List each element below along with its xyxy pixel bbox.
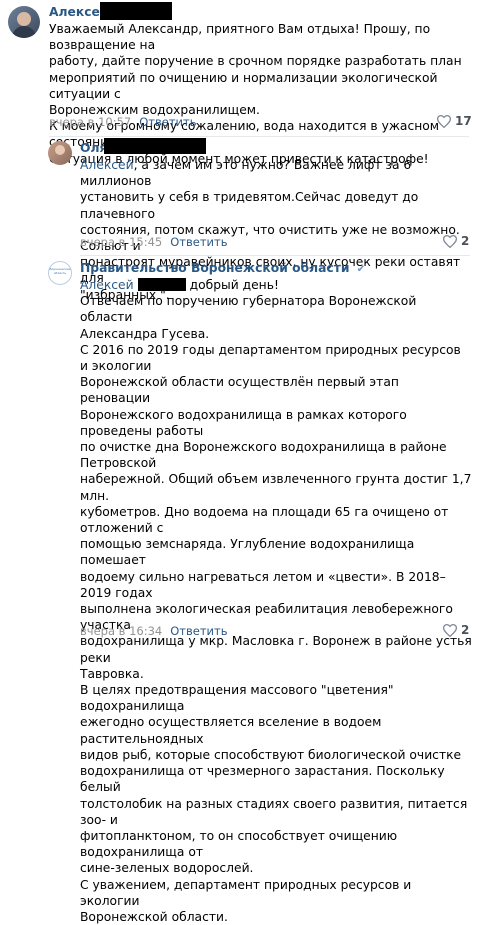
like-count: 2 bbox=[461, 623, 470, 637]
heart-icon bbox=[443, 623, 457, 637]
divider bbox=[80, 255, 470, 256]
heart-icon bbox=[443, 234, 457, 248]
mention-link[interactable]: Алексей bbox=[80, 158, 134, 172]
avatar-caption: Воронежская область bbox=[49, 267, 71, 275]
avatar[interactable]: Воронежская область bbox=[48, 261, 72, 285]
comment-meta: вчера в 15:45 Ответить bbox=[80, 235, 228, 249]
reply-button[interactable]: Ответить bbox=[170, 235, 227, 249]
reply-button[interactable]: Ответить bbox=[170, 624, 227, 638]
like-count: 17 bbox=[455, 114, 472, 128]
comment-time[interactable]: вчера в 16:34 bbox=[80, 624, 162, 638]
reply-button[interactable]: Ответить bbox=[139, 115, 196, 129]
comment-time[interactable]: вчера в 15:45 bbox=[80, 235, 162, 249]
avatar[interactable] bbox=[48, 141, 72, 165]
comment-meta: вчера в 10:57 Ответить bbox=[49, 115, 197, 129]
avatar[interactable] bbox=[8, 6, 40, 38]
redaction-bar bbox=[100, 2, 172, 20]
mention-link[interactable]: Алексей bbox=[80, 278, 134, 292]
like-count: 2 bbox=[461, 234, 470, 248]
comment-text: Алексей добрый день! Отвечаем по поручени… bbox=[80, 278, 472, 924]
like-button[interactable]: 17 bbox=[437, 114, 472, 128]
divider bbox=[49, 136, 469, 137]
like-button[interactable]: 2 bbox=[443, 234, 469, 248]
comment-author[interactable]: Правительство Воронежской области ✔ bbox=[80, 261, 365, 275]
greeting: добрый день! bbox=[189, 278, 279, 292]
comment-time[interactable]: вчера в 10:57 bbox=[49, 115, 131, 129]
redaction-bar bbox=[137, 278, 186, 291]
comment-meta: вчера в 16:34 Ответить bbox=[80, 624, 228, 638]
like-button[interactable]: 2 bbox=[443, 623, 469, 637]
heart-icon bbox=[437, 114, 451, 128]
redaction-bar bbox=[104, 138, 206, 154]
verified-icon: ✔ bbox=[356, 264, 366, 275]
